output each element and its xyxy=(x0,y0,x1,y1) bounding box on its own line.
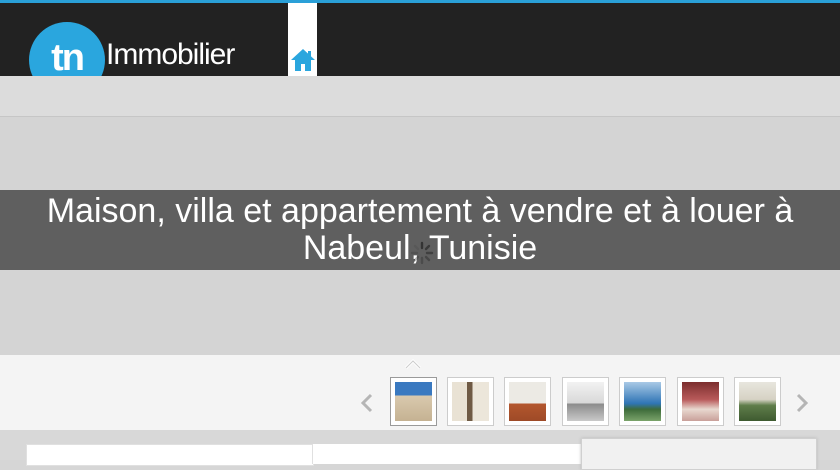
home-icon xyxy=(291,49,315,71)
chevron-up-icon[interactable] xyxy=(404,358,422,370)
home-tab[interactable] xyxy=(288,3,317,76)
thumbnail-7[interactable] xyxy=(734,377,781,426)
thumbnail-2[interactable] xyxy=(447,377,494,426)
content-card-middle xyxy=(312,444,581,464)
spinner-icon xyxy=(410,241,434,265)
brand-name[interactable]: Immobilier xyxy=(106,38,235,72)
chevron-right-icon[interactable] xyxy=(794,391,810,415)
thumbnail-4[interactable] xyxy=(562,377,609,426)
thumbnail-1[interactable] xyxy=(390,377,437,426)
chevron-left-icon[interactable] xyxy=(359,391,375,415)
content-card-left xyxy=(26,444,314,466)
sub-navigation-bar xyxy=(0,76,840,117)
thumbnail-6[interactable] xyxy=(677,377,724,426)
thumbnail-3[interactable] xyxy=(504,377,551,426)
thumbnail-5[interactable] xyxy=(619,377,666,426)
content-card-right xyxy=(581,438,817,470)
